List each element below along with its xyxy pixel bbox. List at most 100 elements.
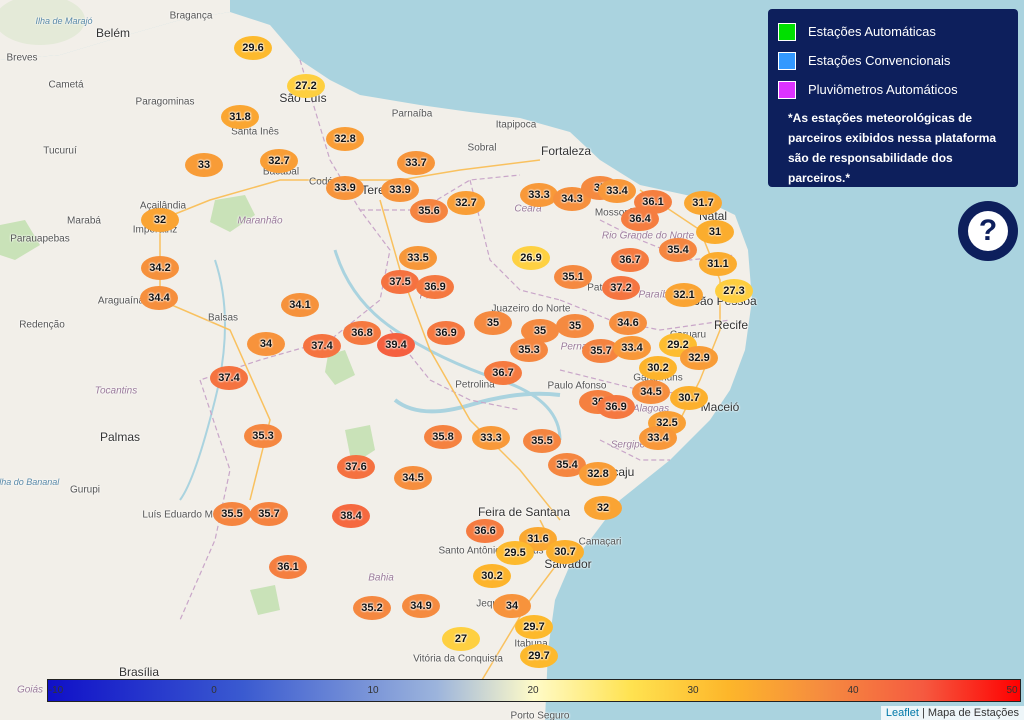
station-marker[interactable]: 32.9 xyxy=(680,346,718,370)
station-marker[interactable]: 34.9 xyxy=(402,594,440,618)
station-marker[interactable]: 34 xyxy=(247,332,285,356)
place-label: Balsas xyxy=(207,312,239,324)
station-marker[interactable]: 32.8 xyxy=(579,462,617,486)
question-icon: ? xyxy=(968,211,1008,251)
legend-item-label: Pluviômetros Automáticos xyxy=(808,82,958,97)
station-marker[interactable]: 33.4 xyxy=(639,426,677,450)
legend-item-automatic[interactable]: Estações Automáticas xyxy=(778,17,1008,46)
station-marker[interactable]: 33.9 xyxy=(326,176,364,200)
legend-item-conventional[interactable]: Estações Convencionais xyxy=(778,46,1008,75)
station-marker[interactable]: 30.2 xyxy=(473,564,511,588)
station-marker[interactable]: 35.5 xyxy=(213,502,251,526)
station-marker[interactable]: 35.4 xyxy=(659,238,697,262)
station-marker[interactable]: 33.5 xyxy=(399,246,437,270)
station-marker[interactable]: 32.8 xyxy=(326,127,364,151)
station-marker[interactable]: 33.3 xyxy=(520,183,558,207)
station-marker[interactable]: 31.8 xyxy=(221,105,259,129)
place-label: Ilha do Bananal xyxy=(0,477,60,487)
station-marker[interactable]: 37.6 xyxy=(337,455,375,479)
station-marker[interactable]: 35.8 xyxy=(424,425,462,449)
station-marker[interactable]: 33 xyxy=(185,153,223,177)
station-marker[interactable]: 33.4 xyxy=(598,179,636,203)
help-button[interactable]: ? xyxy=(958,201,1018,261)
station-marker[interactable]: 36.7 xyxy=(484,361,522,385)
station-marker[interactable]: 27 xyxy=(442,627,480,651)
station-marker[interactable]: 29.7 xyxy=(520,644,558,668)
station-marker[interactable]: 32.7 xyxy=(260,149,298,173)
place-label: Araguaína xyxy=(97,295,145,307)
scale-tick: -10 xyxy=(48,685,64,696)
station-marker[interactable]: 32 xyxy=(584,496,622,520)
station-marker[interactable]: 27.3 xyxy=(715,279,753,303)
station-marker[interactable]: 30.2 xyxy=(639,356,677,380)
station-marker[interactable]: 26.9 xyxy=(512,246,550,270)
place-label: Bahia xyxy=(368,572,394,584)
station-marker[interactable]: 35.7 xyxy=(250,502,288,526)
place-label: Feira de Santana xyxy=(477,505,571,519)
leaflet-link[interactable]: Leaflet xyxy=(886,707,919,719)
station-marker[interactable]: 31 xyxy=(696,220,734,244)
station-marker[interactable]: 36.6 xyxy=(466,519,504,543)
legend-swatch-blue xyxy=(778,51,796,70)
station-marker[interactable]: 35.3 xyxy=(510,338,548,362)
place-label: Parauapebas xyxy=(10,233,70,245)
station-marker[interactable]: 38.4 xyxy=(332,504,370,528)
station-marker[interactable]: 33.9 xyxy=(381,178,419,202)
place-label: Tucuruí xyxy=(43,145,77,157)
place-label: Marabá xyxy=(67,215,101,227)
map-attribution: Leaflet | Mapa de Estações xyxy=(880,706,1024,720)
station-marker[interactable]: 39.4 xyxy=(377,333,415,357)
station-marker[interactable]: 30.7 xyxy=(670,386,708,410)
station-marker[interactable]: 34.1 xyxy=(281,293,319,317)
station-marker[interactable]: 31.7 xyxy=(684,191,722,215)
place-label: Sobral xyxy=(467,142,497,154)
station-marker[interactable]: 33.4 xyxy=(613,336,651,360)
station-marker[interactable]: 29.7 xyxy=(515,615,553,639)
station-marker[interactable]: 36.9 xyxy=(416,275,454,299)
station-marker[interactable]: 36.8 xyxy=(343,321,381,345)
place-label: Ilha de Marajó xyxy=(35,16,93,26)
station-marker[interactable]: 35 xyxy=(556,314,594,338)
station-marker[interactable]: 35.2 xyxy=(353,596,391,620)
legend-item-label: Estações Convencionais xyxy=(808,53,951,68)
station-marker[interactable]: 35.3 xyxy=(244,424,282,448)
place-label: Vitória da Conquista xyxy=(413,653,503,665)
station-legend: Estações Automáticas Estações Convencion… xyxy=(768,9,1018,187)
station-marker[interactable]: 29.6 xyxy=(234,36,272,60)
station-marker[interactable]: 35 xyxy=(474,311,512,335)
station-marker[interactable]: 32 xyxy=(141,208,179,232)
station-marker[interactable]: 37.5 xyxy=(381,270,419,294)
station-marker[interactable]: 34.4 xyxy=(140,286,178,310)
station-marker[interactable]: 34 xyxy=(493,594,531,618)
station-marker[interactable]: 36.7 xyxy=(611,248,649,272)
station-marker[interactable]: 33.7 xyxy=(397,151,435,175)
station-marker[interactable]: 37.4 xyxy=(303,334,341,358)
station-marker[interactable]: 35.6 xyxy=(410,199,448,223)
attribution-text: | Mapa de Estações xyxy=(921,707,1019,719)
legend-item-rain-gauge[interactable]: Pluviômetros Automáticos xyxy=(778,75,1008,104)
station-marker[interactable]: 34.2 xyxy=(141,256,179,280)
station-marker[interactable]: 35.1 xyxy=(554,265,592,289)
station-marker[interactable]: 36.1 xyxy=(269,555,307,579)
station-marker[interactable]: 37.2 xyxy=(602,276,640,300)
station-marker[interactable]: 34.6 xyxy=(609,311,647,335)
station-marker[interactable]: 32.1 xyxy=(665,283,703,307)
station-marker[interactable]: 36.9 xyxy=(427,321,465,345)
station-marker[interactable]: 37.4 xyxy=(210,366,248,390)
station-marker[interactable]: 33.3 xyxy=(472,426,510,450)
station-marker[interactable]: 34.5 xyxy=(632,380,670,404)
station-marker[interactable]: 30.7 xyxy=(546,540,584,564)
station-marker[interactable]: 31.1 xyxy=(699,252,737,276)
place-label: Goiás xyxy=(16,684,44,696)
station-marker[interactable]: 36.9 xyxy=(597,395,635,419)
station-marker[interactable]: 32.7 xyxy=(447,191,485,215)
station-marker[interactable]: 29.5 xyxy=(496,541,534,565)
place-label: Recife xyxy=(713,318,749,332)
station-marker[interactable]: 36.4 xyxy=(621,207,659,231)
temperature-color-scale: -10 0 10 20 30 40 50 xyxy=(47,679,1021,702)
place-label: Breves xyxy=(6,52,38,64)
station-marker[interactable]: 34.5 xyxy=(394,466,432,490)
scale-tick: 0 xyxy=(211,685,217,696)
station-marker[interactable]: 27.2 xyxy=(287,74,325,98)
station-marker[interactable]: 35.5 xyxy=(523,429,561,453)
